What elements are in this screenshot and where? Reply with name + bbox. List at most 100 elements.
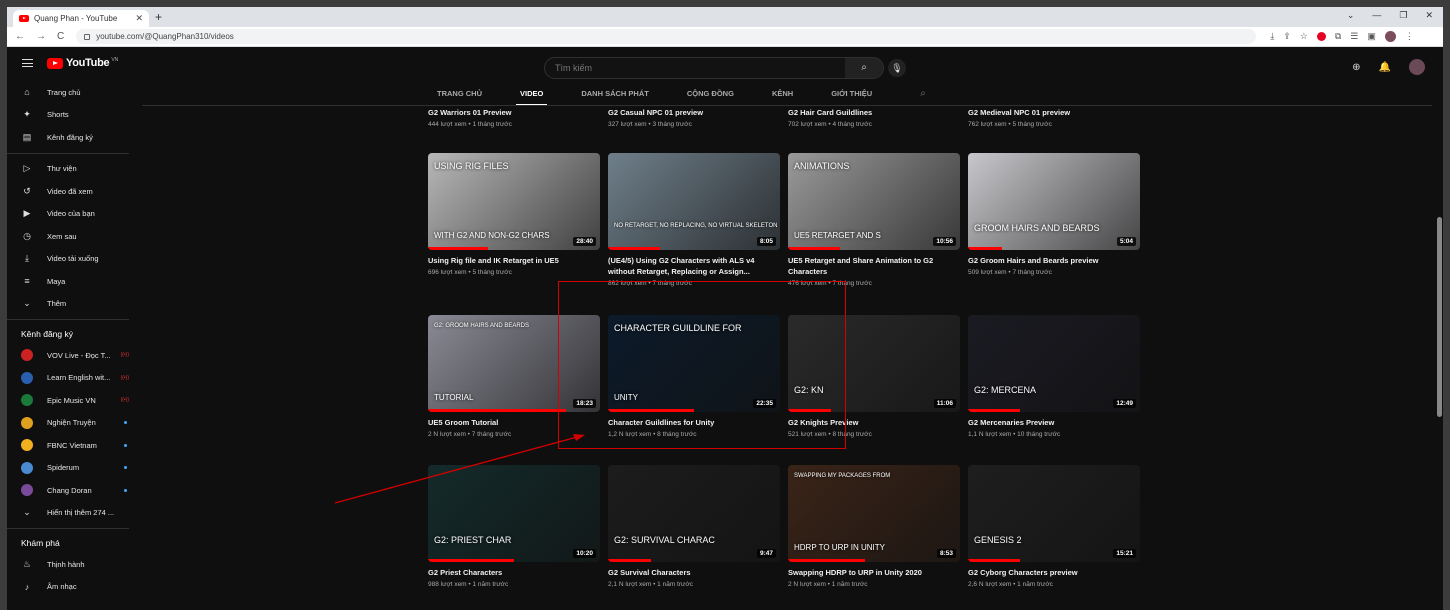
subscription-item[interactable]: Learn English wit... ((•)) [7, 367, 137, 390]
show-more-channels[interactable]: ⌄ Hiển thị thêm 274 ... [7, 502, 137, 525]
browser-tab[interactable]: Quang Phan - YouTube ✕ [13, 10, 149, 27]
sidebar-library-item[interactable]: ⌄ Thêm [7, 293, 137, 316]
account-avatar[interactable] [1409, 59, 1425, 75]
bookmark-star-icon[interactable]: ☆ [1300, 31, 1308, 42]
sidebar-explore-item[interactable]: ♨ Thịnh hành [7, 553, 137, 576]
scrollbar-thumb[interactable] [1437, 217, 1442, 417]
tab-close-icon[interactable]: ✕ [135, 13, 143, 24]
video-card[interactable]: GROOM HAIRS AND BEARDS 5:04 G2 Groom Hairs… [968, 153, 1140, 276]
tab-search-icon[interactable]: ⌄ [1347, 10, 1355, 21]
forward-icon[interactable]: → [36, 31, 46, 42]
logo-region: VN [111, 56, 119, 63]
sidebar-main-item[interactable]: ▤ Kênh đăng ký [7, 126, 137, 149]
video-title[interactable]: G2 Hair Card Guildlines [788, 107, 958, 118]
tab-5[interactable]: GIỚI THIỆU [831, 81, 872, 106]
sidebar-icon: ⌄ [23, 298, 31, 309]
sidebar-library-item[interactable]: ▶ Video của bạn [7, 203, 137, 226]
video-card[interactable]: G2: MERCENA 12:49 G2 Mercenaries Preview 1,… [968, 315, 1140, 438]
reading-list-icon[interactable]: ☰ [1350, 31, 1358, 42]
video-title[interactable]: Swapping HDRP to URP in Unity 2020 [788, 567, 958, 578]
tab-4[interactable]: KÊNH [772, 81, 793, 106]
mic-icon[interactable]: 🎙 [888, 59, 906, 77]
video-thumbnail[interactable]: G2: PRIEST CHAR 10:20 [428, 465, 600, 562]
video-card[interactable]: ANIMATIONS UE5 RETARGET AND S 10:56 UE5 Ret… [788, 153, 960, 287]
video-title[interactable]: G2 Survival Characters [608, 567, 778, 578]
video-title[interactable]: G2 Casual NPC 01 preview [608, 107, 778, 118]
sidebar-explore-item[interactable]: ♪ Âm nhạc [7, 576, 137, 599]
restore-button[interactable]: ❐ [1399, 10, 1407, 21]
side-panel-icon[interactable]: ▣ [1367, 31, 1376, 42]
sidebar-library-item[interactable]: ▷ Thư viện [7, 158, 137, 181]
video-thumbnail[interactable]: NO RETARGET, NO REPLACING, NO VIRTUAL SK… [608, 153, 780, 250]
back-icon[interactable]: ← [15, 31, 25, 42]
new-content-dot [124, 466, 127, 470]
video-card[interactable]: G2 Casual NPC 01 preview 327 lượt xem • 3… [608, 107, 780, 128]
url-input[interactable]: youtube.com/@QuangPhan310/videos [76, 29, 1257, 44]
channel-search-icon[interactable]: ⌕ [920, 88, 926, 99]
notifications-icon[interactable]: 🔔 [1379, 62, 1391, 73]
video-card[interactable]: G2: PRIEST CHAR 10:20 G2 Priest Characters… [428, 465, 600, 588]
youtube-logo[interactable]: YouTube VN [47, 57, 118, 69]
live-icon: ((•)) [120, 374, 129, 381]
video-thumbnail[interactable]: ANIMATIONS UE5 RETARGET AND S 10:56 [788, 153, 960, 250]
sidebar-item-label: Shorts [47, 110, 69, 120]
subscription-item[interactable]: Chang Doran [7, 479, 137, 502]
profile-avatar[interactable] [1384, 31, 1396, 42]
extension-icon[interactable]: ⧉ [1335, 31, 1341, 42]
subscription-item[interactable]: FBNC Vietnam [7, 434, 137, 457]
video-title[interactable]: Using Rig file and IK Retarget in UE5 [428, 255, 598, 266]
search-input[interactable] [545, 63, 845, 73]
tab-2[interactable]: DANH SÁCH PHÁT [581, 81, 649, 106]
explore-heading: Khám phá [21, 538, 60, 548]
video-card[interactable]: G2 Medieval NPC 01 preview 762 lượt xem •… [968, 107, 1140, 128]
close-window-button[interactable]: ✕ [1425, 10, 1433, 21]
video-thumbnail[interactable]: SWAPPING MY PACKAGES FROM HDRP TO URP IN … [788, 465, 960, 562]
tab-1[interactable]: VIDEO [515, 81, 548, 106]
video-card[interactable]: G2: SURVIVAL CHARAC 9:47 G2 Survival Chara… [608, 465, 780, 588]
video-title[interactable]: UE5 Retarget and Share Animation to G2 C… [788, 255, 958, 277]
subscription-item[interactable]: Epic Music VN ((•)) [7, 389, 137, 412]
tab-0[interactable]: TRANG CHỦ [437, 81, 482, 106]
subscription-item[interactable]: Nghiện Truyện [7, 412, 137, 435]
video-card[interactable]: NO RETARGET, NO REPLACING, NO VIRTUAL SK… [608, 153, 780, 287]
video-meta: 696 lượt xem • 5 tháng trước [428, 269, 512, 276]
tab-3[interactable]: CỘNG ĐỒNG [687, 81, 734, 106]
sidebar-library-item[interactable]: ≡ Maya [7, 270, 137, 293]
video-card[interactable]: SWAPPING MY PACKAGES FROM HDRP TO URP IN … [788, 465, 960, 588]
video-title[interactable]: G2 Cyborg Characters preview [968, 567, 1138, 578]
menu-icon[interactable] [22, 59, 33, 67]
browser-menu-icon[interactable]: ⋮ [1405, 31, 1414, 42]
sidebar-library-item[interactable]: ↺ Video đã xem [7, 180, 137, 203]
video-title[interactable]: G2 Warriors 01 Preview [428, 107, 598, 118]
minimize-button[interactable]: — [1372, 10, 1381, 21]
sidebar-library-item[interactable]: ⤓ Video tải xuống [7, 248, 137, 271]
search-button[interactable]: ⌕ [845, 58, 883, 78]
subscription-item[interactable]: Spiderum [7, 457, 137, 480]
new-tab-button[interactable]: + [155, 10, 162, 24]
sidebar-main-item[interactable]: ✦ Shorts [7, 104, 137, 127]
video-title[interactable]: G2 Mercenaries Preview [968, 417, 1138, 428]
video-card[interactable]: USING RIG FILES WITH G2 AND NON-G2 CHARS 2… [428, 153, 600, 276]
share-icon[interactable]: ⇪ [1283, 31, 1291, 42]
pinterest-icon[interactable] [1316, 32, 1326, 41]
video-card[interactable]: G2 Warriors 01 Preview 444 lượt xem • 1 t… [428, 107, 600, 128]
subscription-item[interactable]: VOV Live - Đọc T... ((•)) [7, 344, 137, 367]
video-card[interactable]: GENESIS 2 15:21 G2 Cyborg Characters previ… [968, 465, 1140, 588]
divider [7, 528, 129, 529]
video-title[interactable]: G2 Medieval NPC 01 preview [968, 107, 1138, 118]
video-card[interactable]: G2 Hair Card Guildlines 702 lượt xem • 4 … [788, 107, 960, 128]
install-icon[interactable]: ⤓ [1270, 31, 1274, 42]
video-thumbnail[interactable]: G2: SURVIVAL CHARAC 9:47 [608, 465, 780, 562]
sidebar-library-item[interactable]: ◷ Xem sau [7, 225, 137, 248]
video-title[interactable]: G2 Groom Hairs and Beards preview [968, 255, 1138, 266]
video-thumbnail[interactable]: GROOM HAIRS AND BEARDS 5:04 [968, 153, 1140, 250]
video-thumbnail[interactable]: GENESIS 2 15:21 [968, 465, 1140, 562]
video-thumbnail[interactable]: USING RIG FILES WITH G2 AND NON-G2 CHARS 2… [428, 153, 600, 250]
video-title[interactable]: (UE4/5) Using G2 Characters with ALS v4 … [608, 255, 778, 277]
reload-icon[interactable]: C [57, 31, 64, 42]
video-meta: 988 lượt xem • 1 năm trước [428, 581, 509, 588]
video-thumbnail[interactable]: G2: MERCENA 12:49 [968, 315, 1140, 412]
video-title[interactable]: G2 Priest Characters [428, 567, 598, 578]
create-icon[interactable]: ⊕ [1352, 62, 1360, 73]
sidebar-main-item[interactable]: ⌂ Trang chủ [7, 81, 137, 104]
